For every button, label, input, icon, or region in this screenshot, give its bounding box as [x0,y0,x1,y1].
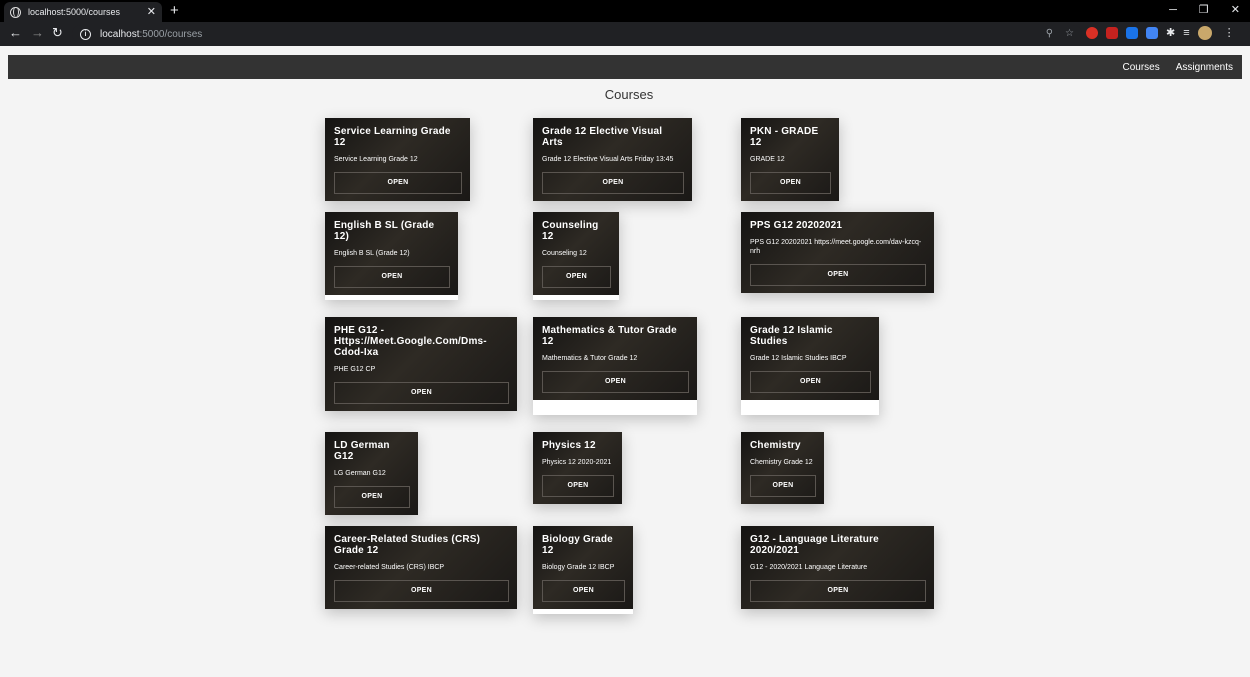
course-description: Grade 12 Islamic Studies IBCP [750,355,847,362]
course-card: Mathematics & Tutor Grade 12 Mathematics… [533,317,697,415]
menu-icon[interactable]: ⋮ [1224,27,1235,39]
course-card: Physics 12 Physics 12 2020-2021 OPEN [533,432,622,504]
open-course-button[interactable]: OPEN [750,371,871,393]
course-title: Physics 12 [542,440,596,451]
course-title: Counseling 12 [542,220,599,242]
restore-icon[interactable]: ❐ [1199,3,1209,17]
open-course-button[interactable]: OPEN [334,172,462,194]
course-title: English B SL (Grade 12) [334,220,435,242]
extensions-area: ✱ ≡ ⋮ [1086,26,1235,40]
course-description: Mathematics & Tutor Grade 12 [542,355,638,362]
course-card: Biology Grade 12 Biology Grade 12 IBCP O… [533,526,633,614]
extension-icon[interactable] [1086,27,1098,39]
course-description: English B SL (Grade 12) [334,250,410,257]
open-course-button[interactable]: OPEN [750,580,926,602]
course-title: Mathematics & Tutor Grade 12 [542,325,677,347]
course-card: Grade 12 Islamic Studies Grade 12 Islami… [741,317,879,415]
open-course-button[interactable]: OPEN [542,475,614,497]
course-description: PPS G12 20202021 https://meet.google.com… [750,239,922,255]
profile-avatar[interactable] [1197,26,1212,40]
app-navbar: Courses Assignments [8,55,1242,79]
page-title: Courses [604,87,654,102]
course-title: Career-Related Studies (CRS) Grade 12 [334,534,481,556]
course-title: G12 - Language Literature 2020/2021 [750,534,879,556]
course-description: GRADE 12 [750,156,785,163]
window-controls: ─ ❐ ✕ [1169,3,1240,17]
course-card: Counseling 12 Counseling 12 OPEN [533,212,619,300]
course-card: PKN - GRADE 12 GRADE 12 OPEN [741,118,839,201]
course-card: G12 - Language Literature 2020/2021 G12 … [741,526,934,609]
open-course-button[interactable]: OPEN [542,266,611,288]
reading-list-icon[interactable]: ≡ [1183,27,1189,39]
course-card: English B SL (Grade 12) English B SL (Gr… [325,212,458,300]
course-card: Service Learning Grade 12 Service Learni… [325,118,470,201]
url-text[interactable]: localhost:5000/courses [100,29,202,40]
course-title: PHE G12 - Https://Meet.Google.Com/Dms- C… [334,325,487,358]
open-course-button[interactable]: OPEN [334,486,410,508]
info-icon[interactable]: i [80,28,91,40]
course-title: Biology Grade 12 [542,534,613,556]
course-description: PHE G12 CP [334,366,376,373]
course-card: Chemistry Chemistry Grade 12 OPEN [741,432,824,504]
browser-toolbar: ← → ↻ i localhost:5000/courses ⚲ ☆ ✱ ≡ ⋮ [0,22,1250,46]
course-card: Grade 12 Elective Visual Arts Grade 12 E… [533,118,692,201]
zoom-icon[interactable]: ⚲ [1046,27,1053,40]
open-course-button[interactable]: OPEN [750,264,926,286]
course-title: PPS G12 20202021 [750,220,843,231]
course-title: Grade 12 Elective Visual Arts [542,126,663,148]
open-course-button[interactable]: OPEN [542,580,625,602]
close-window-icon[interactable]: ✕ [1231,3,1240,17]
course-description: Career-related Studies (CRS) IBCP [334,564,445,571]
course-description: Counseling 12 [542,250,587,257]
new-tab-button[interactable]: + [170,3,179,18]
extension-icon[interactable] [1126,27,1138,39]
open-course-button[interactable]: OPEN [334,382,509,404]
reload-icon[interactable]: ↻ [52,26,63,40]
course-title: Grade 12 Islamic Studies [750,325,833,347]
close-tab-icon[interactable]: ✕ [147,6,156,18]
course-title: Service Learning Grade 12 [334,126,451,148]
open-course-button[interactable]: OPEN [750,475,816,497]
extension-icon[interactable] [1146,27,1158,39]
open-course-button[interactable]: OPEN [542,371,689,393]
globe-icon [10,6,21,18]
course-title: LD German G12 [334,440,390,462]
browser-tab[interactable]: localhost:5000/courses ✕ [4,2,162,22]
extension-icon[interactable] [1106,27,1118,39]
course-description: Biology Grade 12 IBCP [542,564,615,571]
browser-tab-bar: localhost:5000/courses ✕ + ─ ❐ ✕ [0,0,1250,22]
open-course-button[interactable]: OPEN [542,172,684,194]
course-title: Chemistry [750,440,801,451]
course-card: PHE G12 - Https://Meet.Google.Com/Dms- C… [325,317,517,411]
open-course-button[interactable]: OPEN [334,266,450,288]
open-course-button[interactable]: OPEN [334,580,509,602]
course-card: LD German G12 LG German G12 OPEN [325,432,418,515]
course-description: Chemistry Grade 12 [750,459,813,466]
extensions-icon[interactable]: ✱ [1166,27,1175,39]
course-description: Physics 12 2020-2021 [542,459,612,466]
course-card: PPS G12 20202021 PPS G12 20202021 https:… [741,212,934,293]
course-description: LG German G12 [334,470,386,477]
forward-icon[interactable]: → [31,26,44,40]
minimize-icon[interactable]: ─ [1169,3,1177,17]
nav-courses-link[interactable]: Courses [1123,62,1160,73]
course-description: Service Learning Grade 12 [334,156,418,163]
back-icon[interactable]: ← [9,26,22,40]
nav-assignments-link[interactable]: Assignments [1176,62,1233,73]
course-card: Career-Related Studies (CRS) Grade 12 Ca… [325,526,517,609]
address-bar[interactable]: i localhost:5000/courses ⚲ ☆ [72,25,1082,43]
course-description: Grade 12 Elective Visual Arts Friday 13:… [542,156,674,163]
course-title: PKN - GRADE 12 [750,126,819,148]
course-description: G12 - 2020/2021 Language Literature [750,564,868,571]
tab-title: localhost:5000/courses [28,7,121,17]
star-icon[interactable]: ☆ [1065,27,1074,40]
open-course-button[interactable]: OPEN [750,172,831,194]
